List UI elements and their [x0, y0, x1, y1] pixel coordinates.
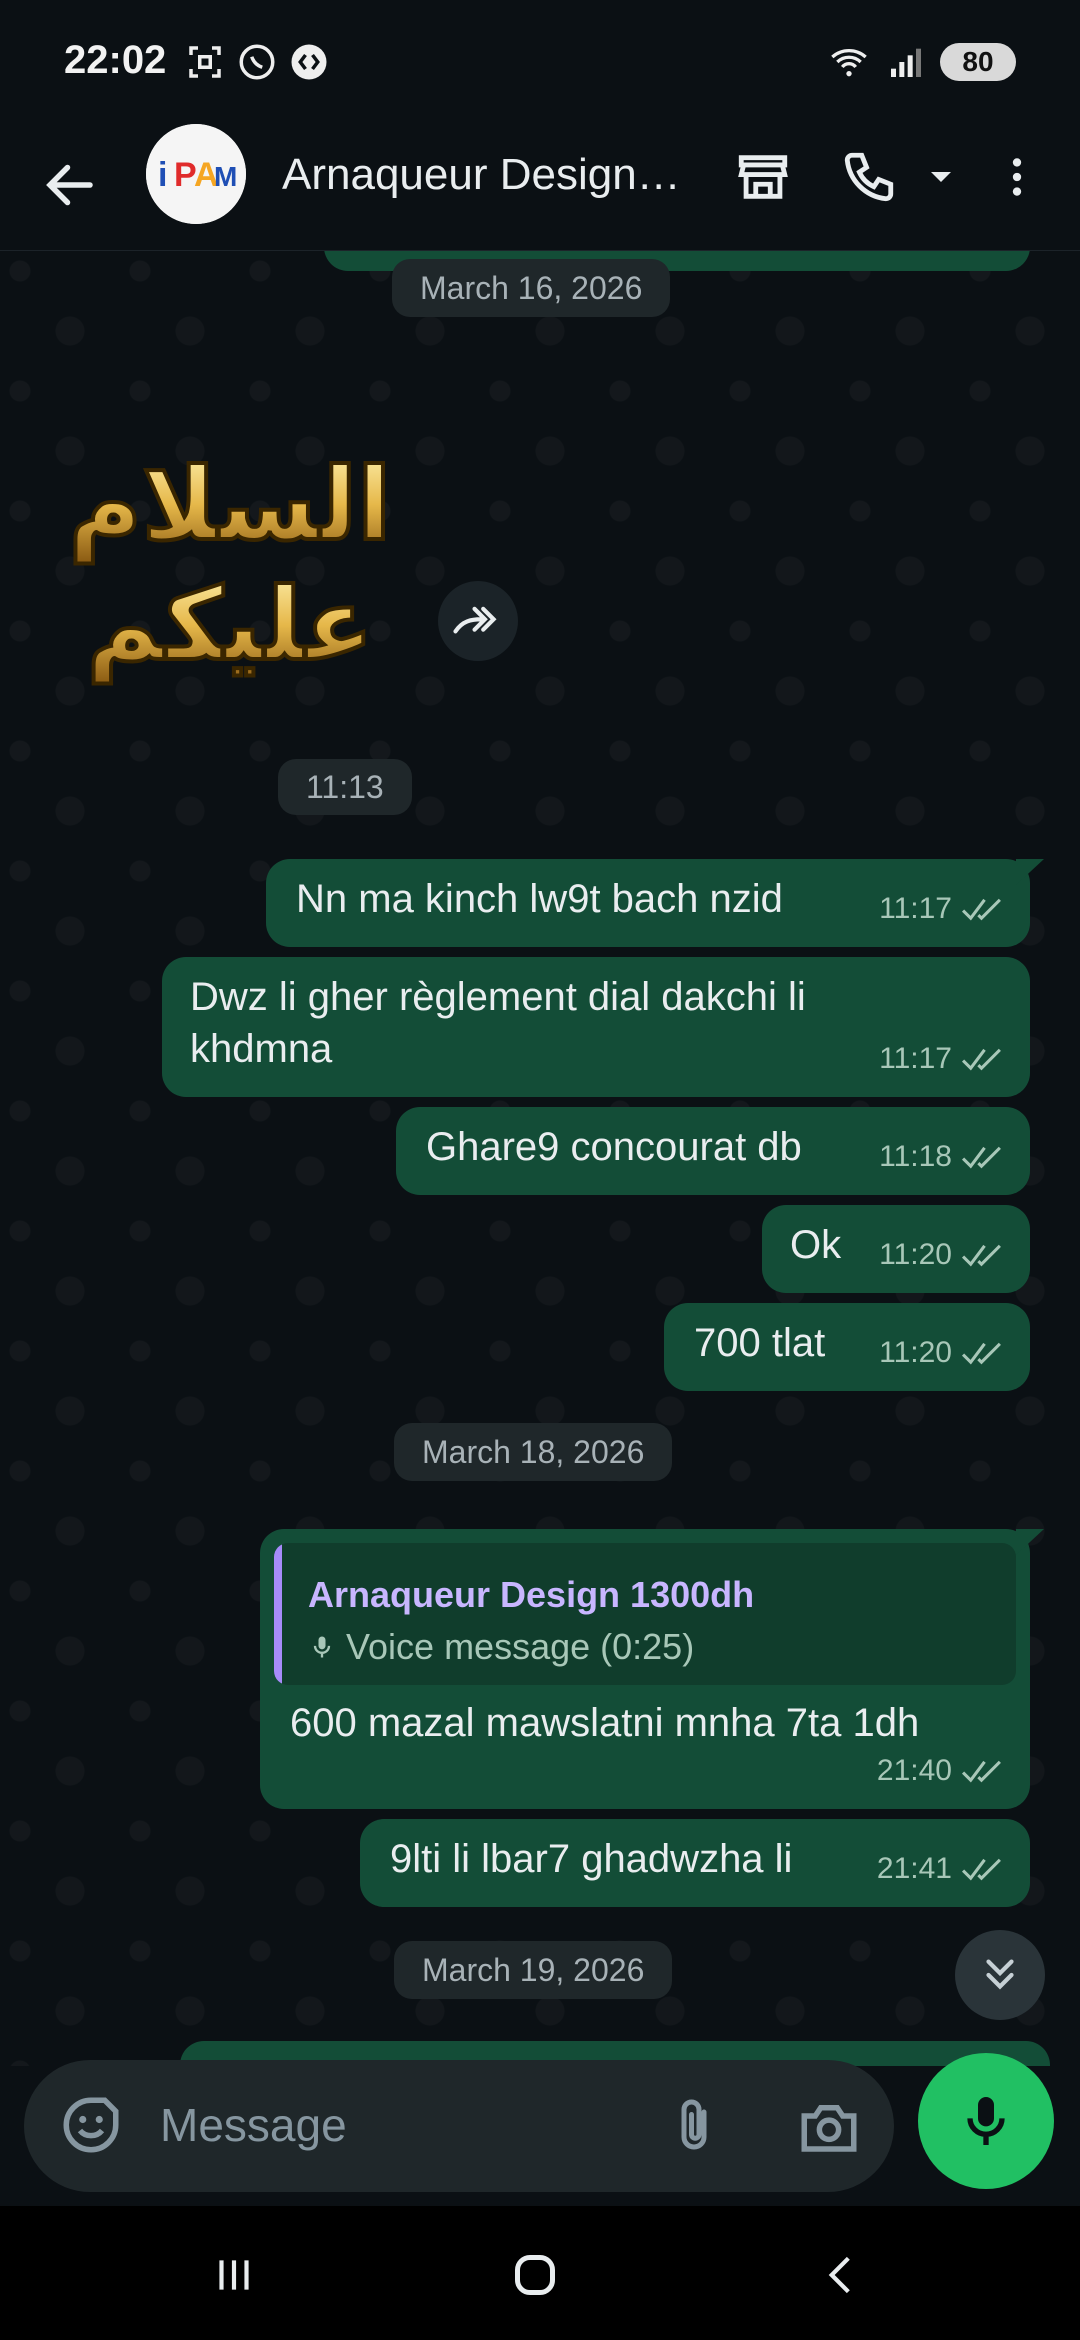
- battery-indicator: 80: [940, 43, 1016, 81]
- date-chip: March 18, 2026: [394, 1423, 673, 1481]
- double-check-icon: [961, 1146, 1001, 1169]
- message-bubble[interactable]: Ok 11:20: [762, 1205, 1030, 1293]
- quote-accent-bar: [274, 1543, 282, 1685]
- whatsapp-icon: [239, 44, 275, 80]
- quoted-message[interactable]: Arnaqueur Design 1300dh Voice message (0…: [274, 1543, 1016, 1685]
- forward-icon: [453, 606, 497, 634]
- message-time: 11:17: [879, 892, 952, 925]
- message-meta: 11:18: [879, 1131, 1006, 1183]
- svg-text:السلام: السلام: [69, 446, 392, 563]
- back-button[interactable]: [40, 155, 100, 215]
- message-time: 11:17: [879, 1042, 952, 1075]
- message-text: 700 tlat: [694, 1321, 826, 1365]
- message-input[interactable]: Message: [160, 2098, 347, 2152]
- quoted-sender: Arnaqueur Design 1300dh: [308, 1574, 755, 1615]
- home-icon: [515, 2255, 555, 2295]
- salam-sticker[interactable]: السلام عليكم: [58, 429, 402, 689]
- bubble-tail: [1016, 1529, 1044, 1555]
- shazam-icon: [291, 44, 327, 80]
- message-bubble[interactable]: Nn ma kinch lw9t bach nzid 11:17: [266, 859, 1044, 947]
- message-text: 600 mazal mawslatni mnha 7ta 1dh: [290, 1701, 920, 1745]
- message-bubble[interactable]: 9lti li lbar7 ghadwzha li 21:41: [360, 1819, 1030, 1907]
- signal-icon: [891, 48, 921, 77]
- emoji-button[interactable]: [58, 2092, 124, 2158]
- screenshot-icon: [189, 46, 221, 78]
- message-text: Dwz li gher règlement dial dakchi li khd…: [190, 975, 806, 1071]
- mic-icon: [967, 2097, 1005, 2145]
- message-meta: 11:17: [879, 883, 1006, 935]
- forward-button[interactable]: [438, 581, 518, 661]
- paperclip-icon: [681, 2099, 707, 2150]
- back-nav-button[interactable]: [800, 2240, 880, 2310]
- quoted-preview-text: Voice message (0:25): [346, 1626, 695, 1667]
- wifi-icon: [831, 49, 867, 77]
- time-chip: 11:13: [278, 759, 412, 815]
- double-check-icon: [961, 1048, 1001, 1071]
- message-time: 11:20: [879, 1336, 952, 1369]
- voice-call-button[interactable]: [834, 142, 904, 212]
- double-check-icon: [961, 1858, 1001, 1881]
- reply-message-bubble[interactable]: Arnaqueur Design 1300dh Voice message (0…: [260, 1529, 1044, 1809]
- svg-text:i: i: [158, 156, 167, 194]
- more-options-button[interactable]: [982, 142, 1052, 212]
- message-meta: 21:40: [877, 1745, 1006, 1797]
- back-nav-icon: [828, 2256, 850, 2294]
- chat-title[interactable]: Arnaqueur Designs 1300dh: [282, 150, 702, 200]
- camera-icon: [801, 2105, 857, 2152]
- chat-area[interactable]: March 16, 2026 السلام عليكم 11:13 Nn ma …: [0, 251, 1080, 2066]
- sticker-emoji-icon: [63, 2097, 119, 2153]
- home-button[interactable]: [495, 2240, 575, 2310]
- date-chip: March 19, 2026: [394, 1941, 673, 1999]
- message-meta: 11:17: [879, 1033, 1006, 1085]
- phone-icon: [844, 152, 894, 202]
- double-check-icon: [961, 898, 1001, 921]
- svg-text:M: M: [214, 161, 237, 192]
- store-icon: [738, 155, 788, 199]
- voice-record-button[interactable]: [918, 2053, 1054, 2189]
- double-check-icon: [961, 1342, 1001, 1365]
- message-text: 9lti li lbar7 ghadwzha li: [390, 1837, 793, 1881]
- camera-button[interactable]: [796, 2094, 862, 2160]
- bubble-tail: [1016, 859, 1044, 885]
- message-time: 11:20: [879, 1238, 952, 1271]
- message-meta: 11:20: [879, 1229, 1006, 1281]
- quoted-preview: Voice message (0:25): [308, 1621, 694, 1673]
- status-bar: 22:02 80: [0, 0, 1080, 120]
- message-bubble[interactable]: 700 tlat 11:20: [664, 1303, 1030, 1391]
- message-meta: 11:20: [879, 1327, 1006, 1379]
- message-time: 11:18: [879, 1140, 952, 1173]
- double-check-icon: [961, 1760, 1001, 1783]
- recents-icon: [219, 2260, 249, 2290]
- message-text: Ok: [790, 1223, 842, 1267]
- message-time: 21:41: [876, 1852, 952, 1885]
- call-options-button[interactable]: [906, 142, 976, 212]
- status-time: 22:02: [64, 38, 167, 82]
- message-input-container[interactable]: [24, 2060, 894, 2192]
- message-bubble[interactable]: Dwz li gher règlement dial dakchi li khd…: [162, 957, 1030, 1097]
- message-text: Nn ma kinch lw9t bach nzid: [296, 877, 783, 921]
- double-chevron-down-icon: [986, 1959, 1014, 1990]
- date-chip: March 16, 2026: [392, 259, 671, 317]
- more-vert-icon: [1012, 158, 1022, 196]
- store-button[interactable]: [728, 142, 798, 212]
- message-time: 21:40: [876, 1754, 952, 1787]
- attach-button[interactable]: [664, 2092, 724, 2162]
- scroll-to-bottom-button[interactable]: [955, 1930, 1045, 2020]
- status-left-icons: [184, 40, 330, 84]
- svg-text:عليكم: عليكم: [87, 566, 374, 684]
- double-check-icon: [961, 1244, 1001, 1267]
- message-meta: 21:41: [877, 1843, 1006, 1895]
- message-bubble[interactable]: Ghare9 concourat db 11:18: [396, 1107, 1030, 1195]
- back-arrow-icon: [46, 164, 93, 206]
- chevron-down-icon: [931, 172, 951, 182]
- status-right-icons: 80: [826, 40, 1016, 84]
- mic-small-icon: [313, 1636, 331, 1658]
- recents-button[interactable]: [194, 2240, 274, 2310]
- message-text: Ghare9 concourat db: [426, 1125, 802, 1169]
- avatar[interactable]: i P A M: [146, 124, 246, 224]
